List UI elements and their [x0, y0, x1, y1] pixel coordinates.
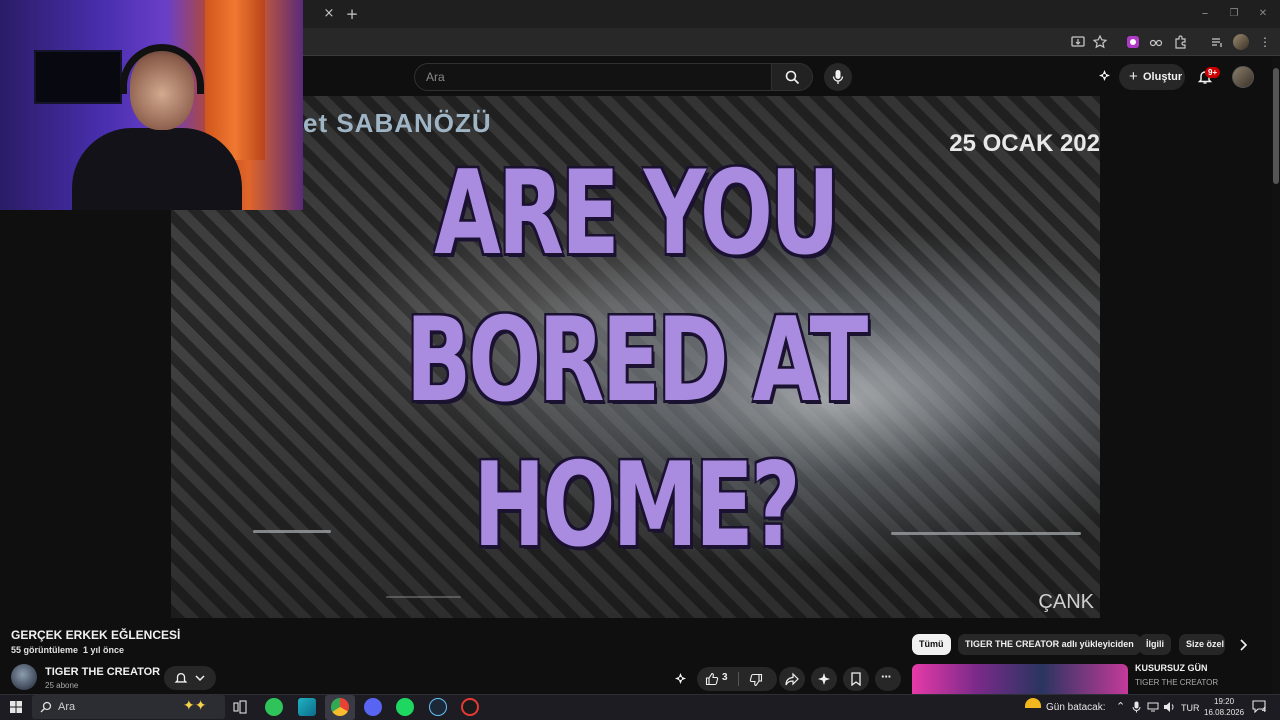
dislike-icon[interactable] [749, 673, 763, 687]
chrome-taskbar-icon[interactable] [331, 698, 349, 716]
video-watermark-brand: et SABANÖZÜ [303, 108, 492, 138]
recommendation-title[interactable]: KUSURSUZ GÜN [1135, 663, 1208, 673]
more-horizontal-icon: ··· [881, 669, 892, 684]
ask-ai-spark-icon[interactable] [673, 672, 688, 687]
chevron-down-icon [195, 675, 205, 682]
recommendation-channel[interactable]: TIGER THE CREATOR [1135, 678, 1218, 687]
overlay-text-line-2: BORED AT [405, 293, 869, 429]
search-button[interactable] [771, 63, 813, 91]
window-close-icon[interactable]: ✕ [1255, 6, 1271, 22]
profile-avatar-icon[interactable] [1233, 34, 1249, 50]
upload-age: 1 yıl önce [83, 645, 125, 655]
create-button[interactable]: + Oluştur [1119, 64, 1185, 90]
chip-related[interactable]: İlgili [1139, 634, 1171, 655]
search-input[interactable]: Ara [414, 63, 772, 91]
minimize-icon[interactable]: – [1197, 6, 1213, 22]
like-count: 3 [722, 672, 728, 683]
headset-icon [120, 44, 204, 94]
tray-volume-icon[interactable] [1163, 701, 1175, 713]
chip-for-you[interactable]: Size özel [1179, 634, 1225, 655]
bell-icon [174, 672, 188, 683]
divider [738, 672, 739, 686]
search-icon [785, 70, 800, 85]
task-view-icon[interactable] [233, 700, 247, 714]
channel-name[interactable]: TIGER THE CREATOR [45, 666, 160, 678]
plus-icon: + [1129, 68, 1138, 85]
notification-center-count: 4 [1262, 707, 1266, 714]
notification-badge: 9+ [1205, 67, 1221, 78]
like-dislike-group: 3 [697, 667, 777, 691]
channel-avatar[interactable] [11, 664, 37, 690]
webcam-background-tv [34, 50, 122, 104]
scrollbar-thumb[interactable] [1273, 68, 1279, 184]
tray-microphone-icon[interactable] [1132, 701, 1141, 713]
tray-network-icon[interactable] [1147, 701, 1159, 713]
spotify-taskbar-icon[interactable] [396, 698, 414, 716]
weather-label[interactable]: Gün batacak: [1046, 702, 1106, 713]
overlay-text-line-1: ARE YOU [434, 146, 840, 282]
bookmark-icon [851, 672, 861, 686]
weather-sun-icon[interactable] [1025, 698, 1041, 708]
close-tab-icon[interactable]: × [321, 6, 337, 22]
tray-date[interactable]: 16.08.2026 [1204, 708, 1244, 717]
chevron-right-icon[interactable] [1238, 639, 1248, 651]
recommendation-thumbnail[interactable] [912, 664, 1128, 694]
tray-overflow-chevron-icon[interactable]: ⌃ [1116, 700, 1125, 713]
taskbar-app-bird-icon[interactable] [298, 698, 316, 716]
tray-language[interactable]: TUR [1181, 703, 1200, 713]
windows-start-icon[interactable] [10, 701, 22, 713]
discord-taskbar-icon[interactable] [364, 698, 382, 716]
like-icon[interactable] [705, 672, 719, 686]
share-button[interactable] [779, 667, 805, 691]
taskbar-app-green-icon[interactable] [265, 698, 283, 716]
extension-glasses-icon[interactable] [1149, 35, 1163, 49]
tray-time[interactable]: 19:20 [1214, 697, 1234, 706]
media-control-icon[interactable] [1210, 35, 1224, 49]
restore-icon[interactable]: ❐ [1226, 6, 1242, 22]
video-meta: 55 görüntüleme 1 yıl önce [11, 645, 124, 655]
view-count: 55 görüntüleme [11, 645, 79, 655]
extensions-puzzle-icon[interactable] [1174, 35, 1188, 49]
search-highlight-icon: ✦✦ [183, 697, 207, 713]
voice-search-button[interactable] [824, 63, 852, 91]
chip-all[interactable]: Tümü [912, 634, 951, 655]
install-app-icon[interactable] [1071, 35, 1085, 49]
subscriber-count: 25 abone [45, 681, 79, 690]
taskbar-search-icon [40, 701, 52, 713]
create-button-label: Oluştur [1143, 71, 1183, 83]
video-title: GERÇEK ERKEK EĞLENCESİ [11, 628, 181, 642]
new-tab-icon[interactable]: + [344, 6, 360, 22]
sparkle-icon [818, 673, 830, 685]
video-player[interactable]: et SABANÖZÜ 25 OCAK 202 ÇANK ARE YOU BOR… [171, 96, 1100, 618]
subscription-notify-button[interactable] [164, 666, 216, 690]
webcam-overlay [0, 0, 303, 210]
webcam-person-body [72, 128, 242, 210]
save-button[interactable] [843, 667, 869, 691]
share-icon [785, 672, 799, 686]
microphone-icon [832, 70, 844, 84]
ai-summary-button[interactable] [811, 667, 837, 691]
extension-icon[interactable] [1126, 35, 1140, 49]
overlay-text-line-3: HOME? [473, 438, 800, 574]
gemini-spark-icon[interactable] [1097, 69, 1112, 84]
webcam-curtain [205, 0, 265, 160]
chrome-menu-icon[interactable]: ⋮ [1257, 34, 1273, 50]
video-glitch-line [386, 596, 461, 598]
more-actions-button[interactable]: ··· [875, 667, 901, 691]
bookmark-star-icon[interactable] [1093, 35, 1107, 49]
steam-taskbar-icon[interactable] [429, 698, 447, 716]
account-avatar[interactable] [1232, 66, 1254, 88]
video-watermark-corner: ÇANK [1038, 591, 1094, 613]
chip-from-uploader[interactable]: TIGER THE CREATOR adlı yükleyiciden [958, 634, 1141, 655]
obs-taskbar-icon[interactable] [461, 698, 479, 716]
